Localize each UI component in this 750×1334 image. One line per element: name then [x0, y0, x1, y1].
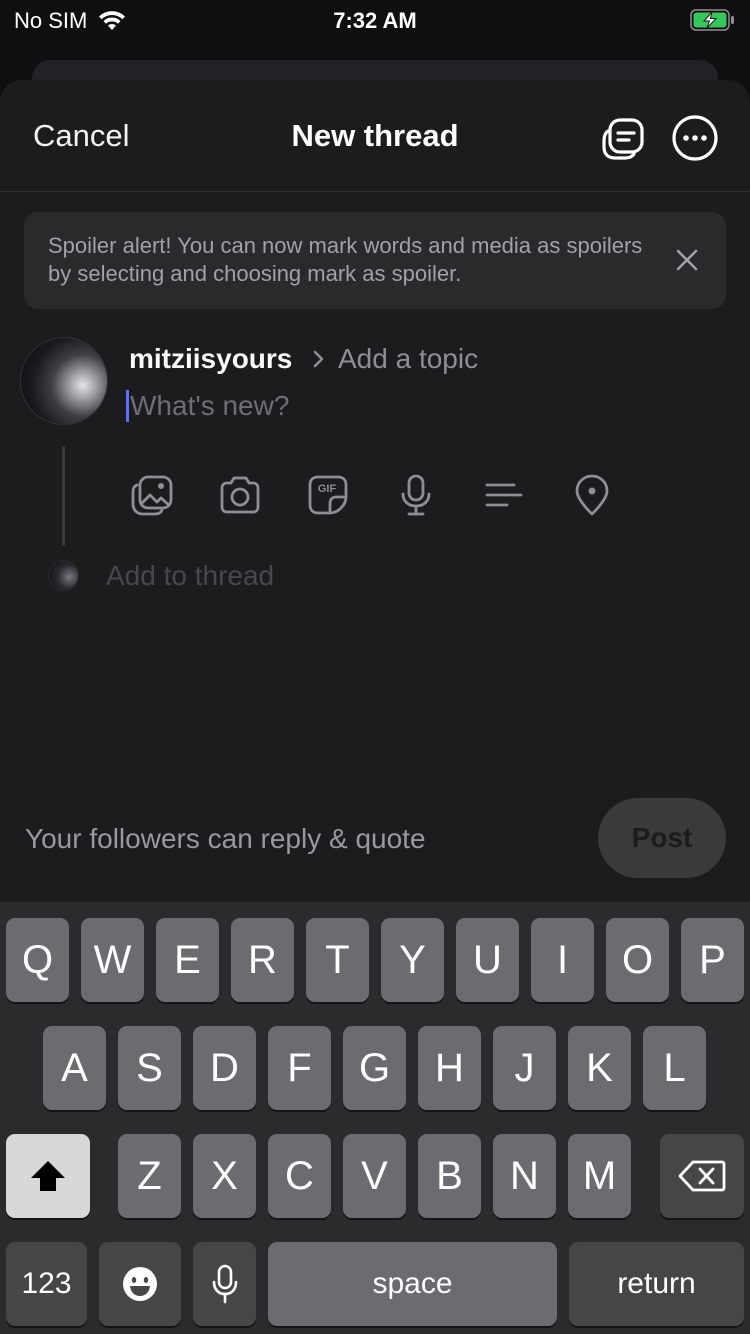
key-p[interactable]: P — [681, 918, 744, 1002]
delete-key[interactable] — [660, 1134, 744, 1218]
key-x[interactable]: X — [193, 1134, 256, 1218]
poll-icon[interactable] — [482, 473, 526, 517]
key-g[interactable]: G — [343, 1026, 406, 1110]
reply-settings-button[interactable]: Your followers can reply & quote — [25, 823, 426, 855]
key-c[interactable]: C — [268, 1134, 331, 1218]
thread-line — [62, 446, 65, 546]
thread-text-input[interactable]: What's new? — [130, 390, 289, 422]
gallery-icon[interactable] — [130, 473, 174, 517]
text-cursor — [126, 390, 129, 422]
key-y[interactable]: Y — [381, 918, 444, 1002]
key-u[interactable]: U — [456, 918, 519, 1002]
more-options-icon[interactable] — [670, 113, 720, 163]
new-thread-sheet: Cancel New thread Spoiler alert! You can… — [0, 80, 750, 910]
chevron-right-icon — [313, 350, 324, 368]
status-bar: No SIM 7:32 AM — [0, 0, 750, 44]
key-f[interactable]: F — [268, 1026, 331, 1110]
key-l[interactable]: L — [643, 1026, 706, 1110]
key-n[interactable]: N — [493, 1134, 556, 1218]
gif-icon[interactable]: GIF — [306, 473, 350, 517]
sheet-header: Cancel New thread — [0, 80, 750, 192]
emoji-key[interactable] — [99, 1242, 181, 1326]
post-button[interactable]: Post — [598, 798, 726, 878]
backspace-icon — [678, 1160, 726, 1192]
key-k[interactable]: K — [568, 1026, 631, 1110]
key-a[interactable]: A — [43, 1026, 106, 1110]
shift-key[interactable] — [6, 1134, 90, 1218]
cancel-button[interactable]: Cancel — [33, 118, 130, 154]
key-j[interactable]: J — [493, 1026, 556, 1110]
key-z[interactable]: Z — [118, 1134, 181, 1218]
close-icon[interactable] — [672, 245, 702, 275]
drafts-icon[interactable] — [598, 113, 648, 163]
add-to-thread-button[interactable]: Add to thread — [106, 560, 274, 592]
key-v[interactable]: V — [343, 1134, 406, 1218]
spoiler-banner: Spoiler alert! You can now mark words an… — [24, 212, 726, 309]
return-key[interactable]: return — [569, 1242, 744, 1326]
status-time: 7:32 AM — [333, 8, 417, 33]
key-q[interactable]: Q — [6, 918, 69, 1002]
key-t[interactable]: T — [306, 918, 369, 1002]
space-key[interactable]: space — [268, 1242, 557, 1326]
numbers-key[interactable]: 123 — [6, 1242, 87, 1326]
key-w[interactable]: W — [81, 918, 144, 1002]
key-b[interactable]: B — [418, 1134, 481, 1218]
emoji-icon — [123, 1267, 157, 1301]
key-r[interactable]: R — [231, 918, 294, 1002]
avatar[interactable] — [20, 337, 108, 425]
dictation-key[interactable] — [193, 1242, 256, 1326]
keyboard: Q W E R T Y U I O P A S D F G H J K L Z … — [0, 902, 750, 1334]
battery-charging-icon — [690, 9, 734, 31]
microphone-icon[interactable] — [394, 473, 438, 517]
username: mitziisyours — [129, 343, 293, 374]
key-i[interactable]: I — [531, 918, 594, 1002]
add-topic-button[interactable]: Add a topic — [338, 343, 478, 375]
svg-text:GIF: GIF — [318, 483, 337, 495]
key-h[interactable]: H — [418, 1026, 481, 1110]
camera-icon[interactable] — [218, 473, 262, 517]
key-e[interactable]: E — [156, 918, 219, 1002]
shift-arrow-icon — [31, 1161, 65, 1191]
key-o[interactable]: O — [606, 918, 669, 1002]
key-d[interactable]: D — [193, 1026, 256, 1110]
key-m[interactable]: M — [568, 1134, 631, 1218]
thread-avatar-small — [48, 560, 79, 591]
microphone-icon — [212, 1264, 237, 1304]
location-icon[interactable] — [570, 473, 614, 517]
key-s[interactable]: S — [118, 1026, 181, 1110]
banner-text: Spoiler alert! You can now mark words an… — [48, 233, 643, 286]
